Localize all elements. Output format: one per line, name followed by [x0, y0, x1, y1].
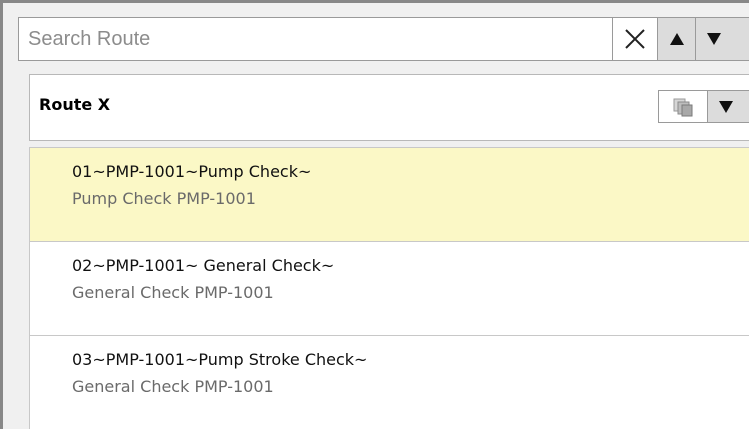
list-item[interactable]: 01~PMP-1001~Pump Check~ Pump Check PMP-1…	[29, 147, 749, 241]
search-bar	[18, 17, 749, 61]
list-item[interactable]: 02~PMP-1001~ General Check~ General Chec…	[29, 241, 749, 335]
list-item[interactable]: 03~PMP-1001~Pump Stroke Check~ General C…	[29, 335, 749, 429]
item-title: 01~PMP-1001~Pump Check~	[72, 162, 312, 181]
item-title: 02~PMP-1001~ General Check~	[72, 256, 335, 275]
route-menu-dropdown[interactable]	[707, 91, 749, 122]
copy-icon	[673, 98, 693, 116]
close-icon	[625, 29, 645, 49]
triangle-down-icon	[719, 100, 733, 113]
item-subtitle: General Check PMP-1001	[72, 377, 274, 396]
route-title: Route X	[39, 95, 111, 114]
copy-route-button[interactable]	[659, 91, 707, 122]
route-header: Route X	[29, 74, 749, 141]
triangle-up-icon	[669, 33, 684, 45]
clear-search-button[interactable]	[612, 18, 657, 60]
route-panel: Route X 01~PMP-1001~Pump Check~ Pump Che…	[0, 0, 749, 432]
triangle-down-icon	[707, 33, 721, 45]
search-input[interactable]	[19, 18, 607, 60]
checkpoint-list: 01~PMP-1001~Pump Check~ Pump Check PMP-1…	[29, 147, 749, 432]
previous-result-button[interactable]	[657, 18, 695, 60]
item-title: 03~PMP-1001~Pump Stroke Check~	[72, 350, 368, 369]
item-subtitle: General Check PMP-1001	[72, 283, 274, 302]
item-subtitle: Pump Check PMP-1001	[72, 189, 256, 208]
next-result-button[interactable]	[695, 18, 749, 60]
route-actions	[658, 90, 749, 123]
